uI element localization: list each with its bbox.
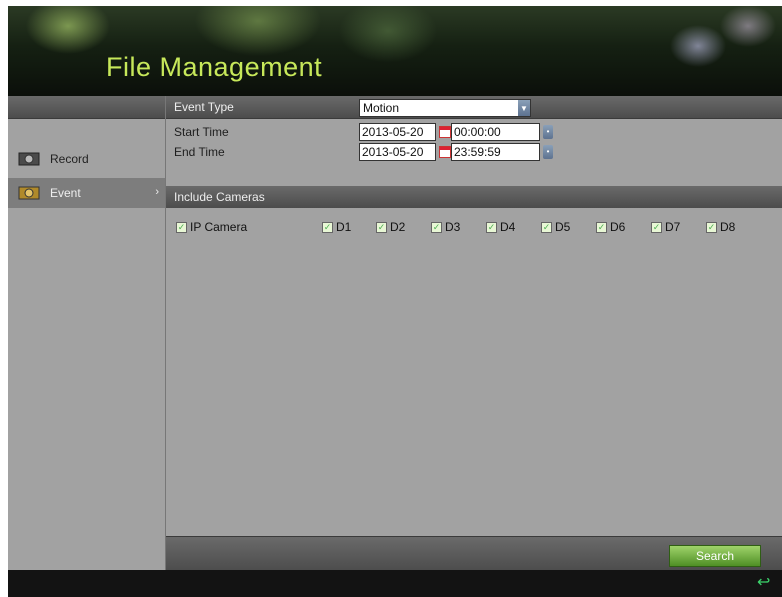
event-type-value: Motion bbox=[363, 101, 400, 115]
checkbox-d2[interactable]: ✓ D2 bbox=[376, 220, 405, 234]
check-icon: ✓ bbox=[322, 221, 333, 233]
start-time-field[interactable]: 00:00:00 bbox=[451, 123, 540, 141]
start-time-value: 00:00:00 bbox=[454, 125, 501, 139]
header-banner: File Management bbox=[8, 6, 782, 96]
end-time-row: End Time 2013-05-20 23:59:59 • bbox=[166, 141, 782, 163]
sidebar-item-label: Record bbox=[50, 152, 89, 166]
checkbox-d8[interactable]: ✓ D8 bbox=[706, 220, 735, 234]
time-spinner-icon[interactable]: • bbox=[543, 145, 553, 159]
main-panel: Event Type Motion ▼ Start Time 2013-05-2… bbox=[166, 96, 782, 571]
checkbox-d3[interactable]: ✓ D3 bbox=[431, 220, 460, 234]
sidebar-item-record[interactable]: Record bbox=[8, 144, 165, 174]
check-icon: ✓ bbox=[651, 221, 662, 233]
checkbox-label: D7 bbox=[665, 220, 681, 234]
sidebar-item-label: Event bbox=[50, 186, 81, 200]
start-time-label: Start Time bbox=[174, 125, 229, 139]
checkbox-d6[interactable]: ✓ D6 bbox=[596, 220, 625, 234]
calendar-icon[interactable] bbox=[439, 146, 451, 158]
event-type-select[interactable]: Motion ▼ bbox=[359, 99, 531, 117]
checkbox-label: D1 bbox=[336, 220, 352, 234]
footer-bar: ↩ bbox=[8, 570, 782, 597]
sidebar: Record Event › bbox=[8, 96, 166, 570]
check-icon: ✓ bbox=[706, 221, 717, 233]
check-icon: ✓ bbox=[431, 221, 442, 233]
include-cameras-header: Include Cameras bbox=[166, 186, 782, 208]
checkbox-d1[interactable]: ✓ D1 bbox=[322, 220, 351, 234]
checkbox-label: D5 bbox=[555, 220, 571, 234]
time-spinner-icon[interactable]: • bbox=[543, 125, 553, 139]
sidebar-item-event[interactable]: Event › bbox=[8, 178, 165, 208]
event-type-label: Event Type bbox=[174, 100, 234, 114]
start-time-row: Start Time 2013-05-20 00:00:00 • bbox=[166, 121, 782, 143]
checkbox-label: D8 bbox=[720, 220, 736, 234]
checkbox-d7[interactable]: ✓ D7 bbox=[651, 220, 680, 234]
camera-checkboxes: ✓ IP Camera ✓ D1 ✓ D2 ✓ D3 ✓ D4 ✓ D5 ✓ D6 ✓ D7 … bbox=[166, 220, 782, 240]
check-icon: ✓ bbox=[376, 221, 387, 233]
action-bar: Search bbox=[166, 536, 782, 571]
end-time-label: End Time bbox=[174, 145, 225, 159]
checkbox-ip-camera[interactable]: ✓ IP Camera bbox=[176, 220, 247, 234]
checkbox-label: D4 bbox=[500, 220, 516, 234]
start-date-field[interactable]: 2013-05-20 bbox=[359, 123, 436, 141]
event-icon bbox=[18, 186, 40, 200]
check-icon: ✓ bbox=[176, 221, 187, 233]
checkbox-d5[interactable]: ✓ D5 bbox=[541, 220, 570, 234]
end-time-field[interactable]: 23:59:59 bbox=[451, 143, 540, 161]
check-icon: ✓ bbox=[541, 221, 552, 233]
checkbox-label: IP Camera bbox=[190, 220, 248, 234]
end-date-value: 2013-05-20 bbox=[362, 145, 424, 159]
check-icon: ✓ bbox=[596, 221, 607, 233]
checkbox-label: D6 bbox=[610, 220, 626, 234]
checkbox-label: D3 bbox=[445, 220, 461, 234]
event-type-row: Event Type Motion ▼ bbox=[166, 96, 782, 119]
calendar-icon[interactable] bbox=[439, 126, 451, 138]
search-button[interactable]: Search bbox=[669, 545, 761, 567]
end-date-field[interactable]: 2013-05-20 bbox=[359, 143, 436, 161]
start-date-value: 2013-05-20 bbox=[362, 125, 424, 139]
sidebar-header bbox=[8, 96, 165, 119]
checkbox-label: D2 bbox=[390, 220, 406, 234]
check-icon: ✓ bbox=[486, 221, 497, 233]
end-time-value: 23:59:59 bbox=[454, 145, 501, 159]
chevron-right-icon: › bbox=[155, 186, 159, 198]
page-title: File Management bbox=[106, 52, 323, 82]
chevron-down-icon[interactable]: ▼ bbox=[518, 100, 530, 116]
file-management-window: File Management Record Event › Event Typ… bbox=[8, 6, 782, 597]
back-icon[interactable]: ↩ bbox=[757, 575, 775, 591]
include-cameras-label: Include Cameras bbox=[174, 190, 265, 204]
checkbox-d4[interactable]: ✓ D4 bbox=[486, 220, 515, 234]
record-icon bbox=[18, 152, 40, 166]
